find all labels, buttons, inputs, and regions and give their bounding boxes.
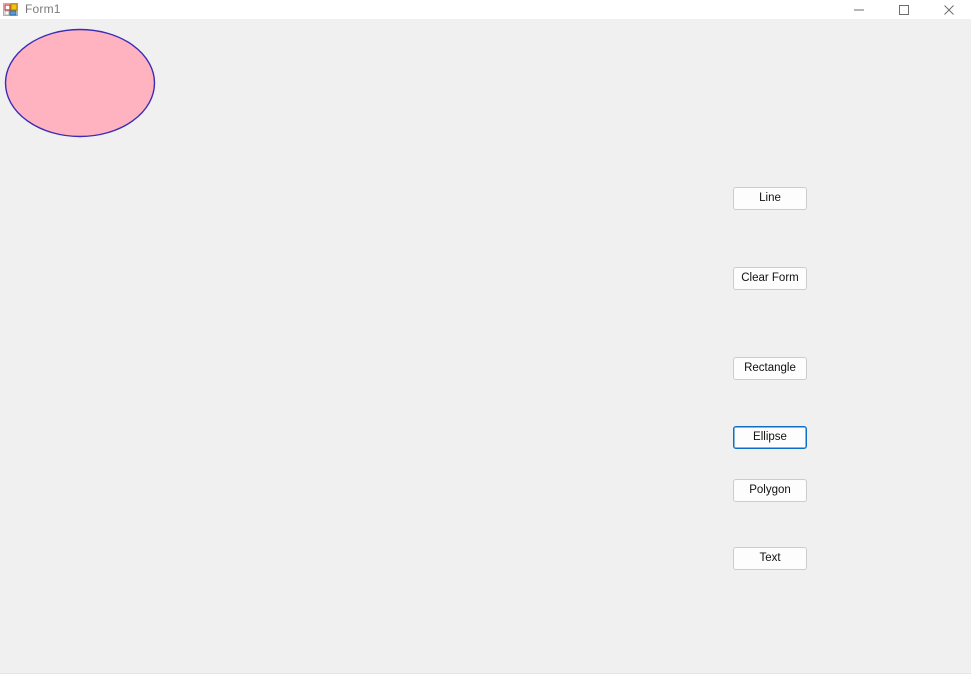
rectangle-button[interactable]: Rectangle (733, 357, 807, 380)
line-button[interactable]: Line (733, 187, 807, 210)
title-bar: Form1 (0, 0, 971, 19)
maximize-button[interactable] (881, 0, 926, 19)
window-title: Form1 (25, 2, 61, 16)
winforms-designer-icon (3, 2, 19, 18)
ellipse-button[interactable]: Ellipse (733, 426, 807, 449)
text-button[interactable]: Text (733, 547, 807, 570)
polygon-button[interactable]: Polygon (733, 479, 807, 502)
close-button[interactable] (926, 0, 971, 19)
form-window: Form1 Line Clear Form Rectangle Ellipse … (0, 0, 971, 674)
pink-ellipse-shape (4, 28, 156, 138)
form-client-area[interactable]: Line Clear Form Rectangle Ellipse Polygo… (0, 19, 971, 674)
minimize-button[interactable] (836, 0, 881, 19)
window-controls (836, 0, 971, 19)
drawing-surface[interactable] (0, 19, 971, 674)
clear-form-button[interactable]: Clear Form (733, 267, 807, 290)
